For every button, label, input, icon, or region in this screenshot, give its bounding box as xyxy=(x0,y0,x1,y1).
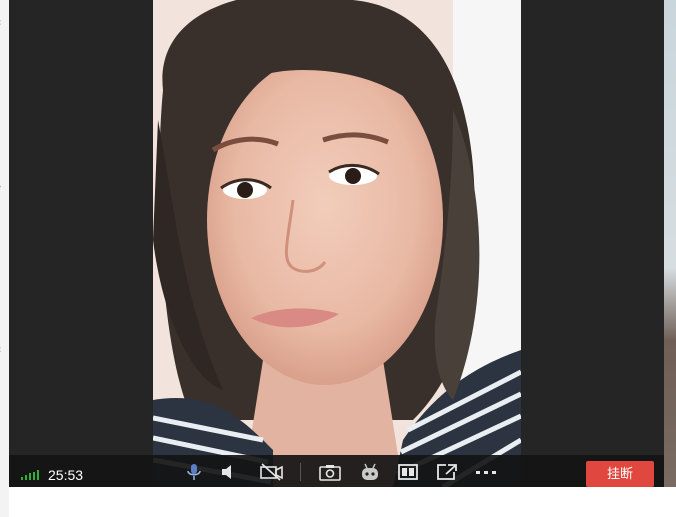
background-window-edge xyxy=(664,0,676,487)
chevron-down-icon: ‹ xyxy=(0,345,8,355)
call-control-bar: 25:53 挂断 xyxy=(9,455,664,487)
camera-icon xyxy=(319,465,341,481)
robot-face-icon xyxy=(362,463,378,480)
beauty-filter-button[interactable] xyxy=(359,463,381,481)
camera-toggle-button[interactable] xyxy=(259,463,285,481)
external-window-icon xyxy=(437,464,457,480)
microphone-button[interactable] xyxy=(183,463,205,481)
bottom-panel xyxy=(9,487,664,517)
video-call-window: 25:53 挂断 xyxy=(9,0,664,487)
speaker-button[interactable] xyxy=(217,463,239,481)
popout-button[interactable] xyxy=(436,463,458,481)
toolbar-divider xyxy=(300,463,301,481)
chevron-up-icon: ‹ xyxy=(0,18,8,28)
hangup-button[interactable]: 挂断 xyxy=(586,461,654,487)
more-button[interactable] xyxy=(475,463,497,481)
layout-button[interactable] xyxy=(397,463,419,481)
microphone-icon xyxy=(187,464,201,480)
remote-video-feed xyxy=(153,0,521,487)
split-view-icon xyxy=(398,464,418,480)
snapshot-button[interactable] xyxy=(318,463,342,481)
signal-strength-icon xyxy=(21,470,43,480)
chevron-right-icon: › xyxy=(0,182,8,192)
remote-video-image xyxy=(153,0,521,487)
background-app-edge: ‹ › ‹ xyxy=(0,0,9,517)
video-off-icon xyxy=(260,463,283,481)
speaker-icon xyxy=(222,465,231,479)
call-timer: 25:53 xyxy=(48,467,84,483)
more-icon xyxy=(476,471,496,474)
